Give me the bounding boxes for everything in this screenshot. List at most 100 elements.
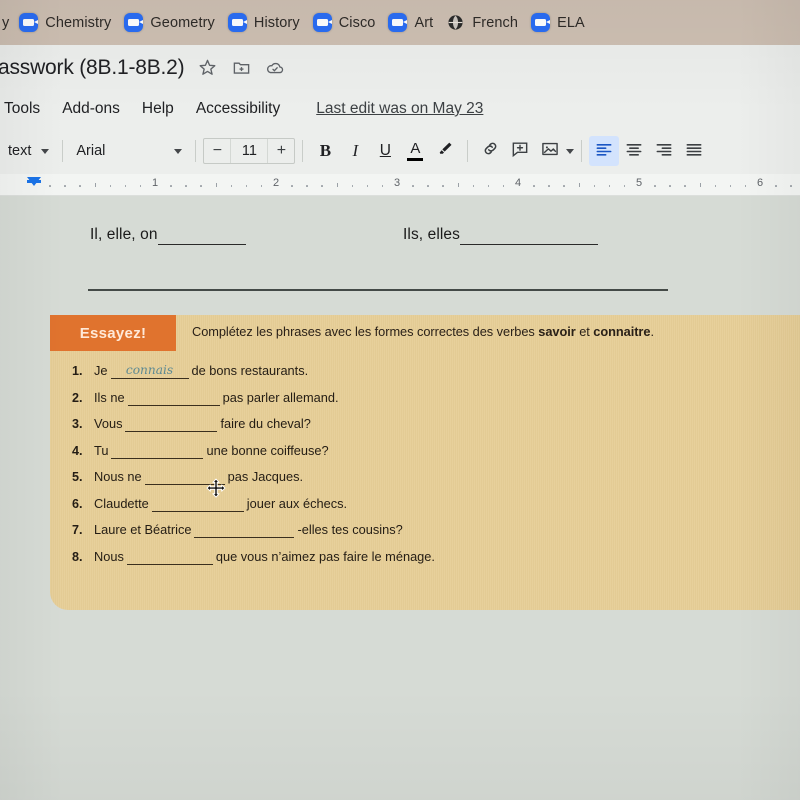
- bookmark-item-ela[interactable]: ELA: [527, 11, 594, 34]
- paragraph-style-select[interactable]: text: [2, 137, 55, 165]
- ruler-tick: [170, 185, 172, 187]
- ruler-tick: [744, 185, 747, 187]
- insert-image-button[interactable]: [535, 136, 565, 166]
- bookmark-item-history[interactable]: History: [224, 11, 309, 34]
- question-answer-blank[interactable]: [111, 443, 204, 459]
- toolbar-divider: [302, 140, 304, 162]
- align-left-button[interactable]: [589, 136, 620, 166]
- image-options-chevron-down-icon[interactable]: [566, 148, 575, 154]
- question-answer-blank[interactable]: [127, 390, 220, 406]
- zoom-icon: [388, 13, 408, 32]
- italic-button[interactable]: I: [340, 136, 370, 166]
- bookmarks-bar: y Chemistry Geometry History Cisco Art French…: [0, 0, 800, 45]
- indent-marker-handle[interactable]: [27, 177, 41, 186]
- document-title-bar: asswork (8B.1-8B.2): [0, 45, 800, 90]
- instruction-bold-connaitre: connaitre: [593, 324, 651, 339]
- align-justify-button[interactable]: [679, 136, 709, 166]
- star-icon[interactable]: [196, 57, 218, 79]
- zoom-icon: [227, 13, 247, 32]
- document-ruler[interactable]: 1 2 3 4 5 6: [0, 174, 800, 196]
- cloud-saved-icon[interactable]: [264, 57, 286, 79]
- question-answer-blank[interactable]: [194, 522, 295, 538]
- font-family-value: Arial: [76, 143, 106, 159]
- text-color-button[interactable]: A: [400, 136, 430, 166]
- font-size-input[interactable]: 11: [230, 139, 269, 163]
- ruler-tick: [336, 183, 338, 187]
- bookmark-label: French: [472, 14, 519, 31]
- page-title[interactable]: asswork (8B.1-8B.2): [0, 56, 185, 80]
- toolbar-divider: [467, 140, 469, 162]
- question-text-before: Nous ne: [94, 469, 142, 484]
- ruler-tick: [185, 185, 187, 187]
- bookmark-item-chemistry[interactable]: Chemistry: [15, 11, 120, 34]
- ruler-number: 3: [393, 177, 401, 189]
- question-answer-blank[interactable]: [126, 549, 213, 565]
- worksheet-question-row: 7. Laure et Béatrice -elles tes cousins?: [72, 522, 792, 549]
- question-answer-blank[interactable]: connais: [110, 363, 189, 379]
- bold-label: B: [319, 141, 332, 160]
- question-answer-blank[interactable]: [151, 496, 244, 512]
- menu-item-help[interactable]: Help: [142, 100, 174, 118]
- font-family-select[interactable]: Arial: [70, 137, 188, 165]
- bookmark-item-french[interactable]: French: [442, 11, 527, 34]
- instruction-mid: et: [575, 324, 594, 339]
- ruler-tick: [578, 183, 580, 187]
- bookmark-label: History: [253, 14, 300, 31]
- bookmark-item-cisco[interactable]: Cisco: [309, 11, 385, 34]
- insert-link-button[interactable]: [475, 136, 505, 166]
- align-right-button[interactable]: [649, 136, 679, 166]
- align-center-button[interactable]: [619, 136, 649, 166]
- question-text-before: Ils ne: [94, 389, 125, 405]
- ruler-tick: [245, 185, 248, 187]
- essayez-badge-label: Essayez!: [79, 324, 147, 342]
- toolbar-divider: [581, 140, 583, 162]
- question-text-before: Laure et Béatrice: [94, 522, 192, 537]
- last-edit-link[interactable]: Last edit was on May 23: [316, 100, 483, 118]
- ruler-tick: [502, 185, 505, 187]
- ruler-tick: [548, 185, 550, 187]
- ruler-number: 1: [151, 177, 159, 189]
- ruler-tick: [215, 183, 217, 187]
- document-page[interactable]: Il, elle, on Ils, elles Essayez! Complét…: [0, 196, 800, 800]
- ruler-tick: [321, 185, 323, 187]
- question-number: 1.: [72, 364, 83, 378]
- ruler-tick: [427, 185, 429, 187]
- toolbar-divider: [62, 140, 64, 162]
- ruler-tick: [563, 185, 565, 187]
- question-text-after: une bonne coiffeuse?: [206, 442, 329, 458]
- bookmark-item-geometry[interactable]: Geometry: [120, 11, 223, 34]
- ruler-tick: [79, 185, 81, 187]
- zoom-icon: [531, 13, 551, 32]
- bookmark-partial-label[interactable]: y: [0, 15, 15, 31]
- question-text-before: Tu: [94, 442, 109, 458]
- decrease-font-size-button[interactable]: −: [204, 139, 230, 163]
- worksheet-image[interactable]: Essayez! Complétez les phrases avec les …: [50, 315, 800, 610]
- menu-item-add-ons[interactable]: Add-ons: [62, 100, 120, 118]
- paragraph-style-value: text: [8, 143, 32, 159]
- ruler-tick: [260, 185, 263, 187]
- move-to-folder-icon[interactable]: [230, 57, 252, 79]
- bold-button[interactable]: B: [310, 136, 340, 166]
- worksheet-question-row: 4. Tu une bonne coiffeuse?: [72, 443, 792, 470]
- question-answer-blank[interactable]: [125, 416, 218, 432]
- bookmark-item-art[interactable]: Art: [384, 11, 442, 34]
- doc-line-il-elle-on-label: Il, elle, on: [90, 226, 158, 243]
- ruler-tick: [790, 185, 792, 187]
- underline-button[interactable]: U: [370, 136, 400, 166]
- highlight-button[interactable]: [430, 136, 460, 166]
- worksheet-instructions: Complétez les phrases avec les formes co…: [192, 324, 654, 339]
- essayez-badge: Essayez!: [50, 315, 176, 351]
- ruler-tick: [442, 185, 444, 187]
- question-text-after: de bons restaurants.: [191, 363, 309, 378]
- text-color-swatch: [407, 157, 424, 162]
- question-text-after: que vous n’aimez pas faire le ménage.: [215, 548, 435, 564]
- ruler-tick: [669, 185, 671, 187]
- worksheet-question-list: 1. Je connais de bons restaurants. 2. Ils ne…: [72, 363, 792, 575]
- question-number: 4.: [72, 443, 83, 458]
- menu-item-accessibility[interactable]: Accessibility: [196, 100, 280, 118]
- question-number: 5.: [72, 470, 83, 484]
- increase-font-size-button[interactable]: +: [268, 139, 294, 163]
- add-comment-button[interactable]: [505, 136, 535, 166]
- bookmark-label: Chemistry: [45, 14, 112, 31]
- menu-item-tools[interactable]: Tools: [4, 100, 40, 118]
